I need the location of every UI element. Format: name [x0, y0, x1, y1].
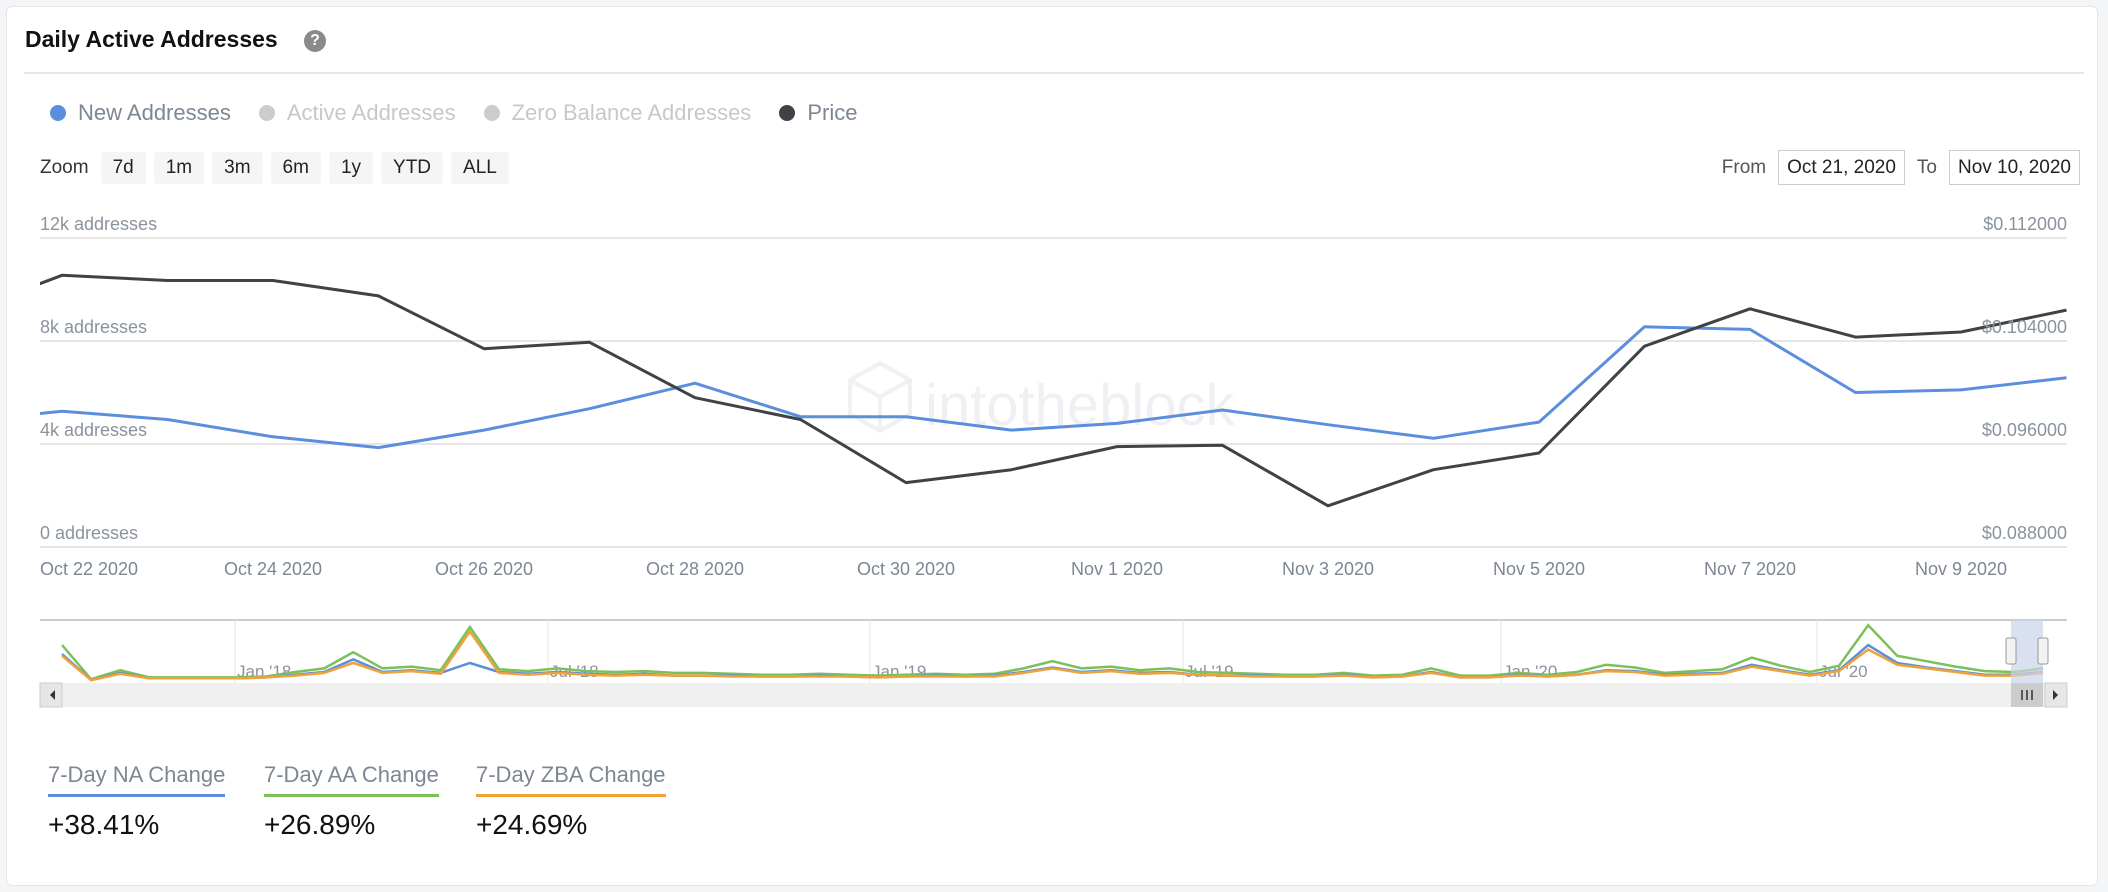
y-right-tick-label: $0.112000: [1983, 214, 2067, 234]
y-left-tick-label: 8k addresses: [40, 317, 147, 337]
x-tick-label: Oct 22 2020: [40, 559, 138, 579]
y-right-tick-label: $0.096000: [1982, 420, 2067, 440]
chart-svg: intotheblock 12k addresses 8k addresses 4k…: [39, 214, 2068, 708]
navigator-series-new-addresses: [61, 643, 2044, 682]
navigator-scrollbar-track[interactable]: [40, 683, 2067, 707]
x-tick-label: Nov 1 2020: [1071, 559, 1163, 579]
y-left-tick-label: 4k addresses: [40, 420, 147, 440]
navigator-left-handle[interactable]: [2005, 637, 2017, 665]
y-right-tick-label: $0.088000: [1982, 523, 2067, 543]
stat-na-change: 7-Day NA Change +38.41%: [48, 762, 226, 841]
x-tick-label: Oct 30 2020: [857, 559, 955, 579]
stat-zba-change: 7-Day ZBA Change +24.69%: [476, 762, 666, 841]
stat-label: 7-Day ZBA Change: [476, 762, 666, 797]
x-tick-label: Oct 26 2020: [435, 559, 533, 579]
stat-aa-change: 7-Day AA Change +26.89%: [264, 762, 439, 841]
stat-value: +26.89%: [264, 809, 376, 840]
navigator-right-handle[interactable]: [2037, 637, 2049, 665]
y-right-tick-label: $0.104000: [1982, 317, 2067, 337]
stat-value: +38.41%: [48, 809, 160, 840]
y-left-tick-label: 12k addresses: [40, 214, 157, 234]
x-tick-label: Oct 24 2020: [224, 559, 322, 579]
x-tick-label: Nov 7 2020: [1704, 559, 1796, 579]
x-tick-label: Nov 3 2020: [1282, 559, 1374, 579]
stat-label: 7-Day AA Change: [264, 762, 439, 797]
x-tick-label: Oct 28 2020: [646, 559, 744, 579]
x-tick-label: Nov 5 2020: [1493, 559, 1585, 579]
y-left-tick-label: 0 addresses: [40, 523, 138, 543]
stat-label: 7-Day NA Change: [48, 762, 226, 797]
navigator-series-active-addresses: [61, 623, 2044, 681]
watermark-text: intotheblock: [925, 373, 1236, 438]
x-tick-label: Nov 9 2020: [1915, 559, 2007, 579]
navigator-tick-label: Jan '20: [1503, 662, 1557, 681]
stat-value: +24.69%: [476, 809, 588, 840]
